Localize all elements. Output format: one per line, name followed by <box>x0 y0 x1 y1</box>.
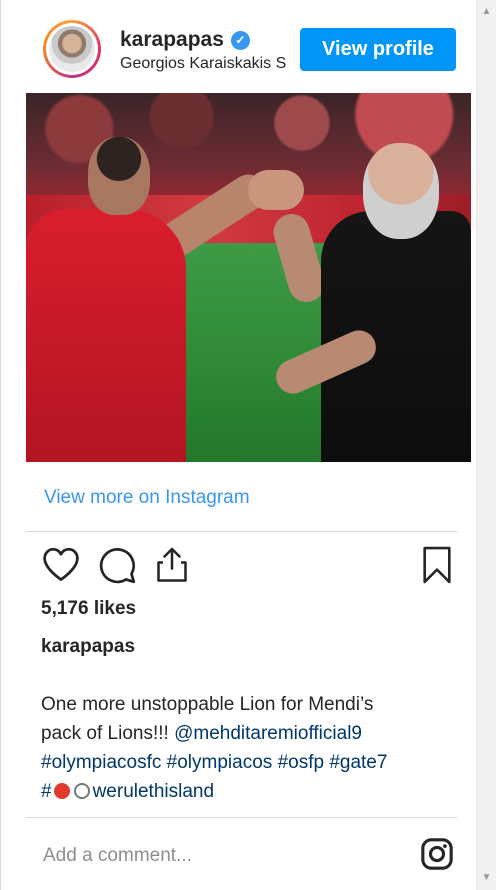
location-label[interactable]: Georgios Karaiskakis S <box>120 55 305 73</box>
comment-icon[interactable] <box>97 545 137 585</box>
username-row: karapapas ✓ <box>120 28 250 52</box>
view-more-link[interactable]: View more on Instagram <box>44 487 250 509</box>
hashtag-link[interactable]: #olympiacos <box>167 752 273 773</box>
comment-input[interactable] <box>41 840 385 872</box>
white-circle-icon <box>73 783 90 799</box>
hashtag-link[interactable]: #osfp <box>278 752 324 773</box>
post-caption: One more unstoppable Lion for Mendi’s pa… <box>41 690 461 806</box>
red-circle-icon <box>53 783 70 799</box>
caption-username[interactable]: karapapas <box>41 636 135 658</box>
view-profile-button[interactable]: View profile <box>300 28 456 71</box>
username[interactable]: karapapas <box>120 28 224 52</box>
bookmark-icon[interactable] <box>419 544 455 586</box>
post-photo[interactable] <box>26 93 471 462</box>
scroll-down-arrow-icon[interactable]: ▼ <box>477 870 496 886</box>
photo-player <box>26 133 274 462</box>
caption-line: # werulethisland <box>41 777 461 806</box>
player-head <box>88 137 150 215</box>
instagram-icon[interactable] <box>418 835 456 873</box>
likes-count[interactable]: 5,176 likes <box>41 598 136 620</box>
heart-icon[interactable] <box>41 545 81 583</box>
avatar[interactable] <box>43 20 101 78</box>
mention-link[interactable]: @mehditaremiofficial9 <box>174 723 362 744</box>
caption-line: One more unstoppable Lion for Mendi’s <box>41 694 374 715</box>
photo-high-five <box>248 170 304 210</box>
caption-hashtags: #olympiacosfc #olympiacos #osfp #gate7 <box>41 748 461 777</box>
hashtag-tail: werulethisland <box>92 781 215 802</box>
photo-man <box>269 143 471 462</box>
divider <box>26 531 457 532</box>
hashtag-link[interactable]: # werulethisland <box>41 781 214 802</box>
divider <box>26 817 457 818</box>
verified-badge-icon: ✓ <box>230 30 250 50</box>
scrollbar[interactable]: ▲ ▼ <box>476 0 496 890</box>
caption-line: pack of Lions!!! @mehditaremiofficial9 <box>41 719 461 748</box>
hash-symbol: # <box>41 781 52 802</box>
post-header: karapapas ✓ Georgios Karaiskakis S View … <box>1 0 478 92</box>
hashtag-link[interactable]: #gate7 <box>329 752 387 773</box>
scroll-up-arrow-icon[interactable]: ▲ <box>477 4 496 20</box>
caption-text: pack of Lions!!! <box>41 723 175 744</box>
hashtag-link[interactable]: #olympiacosfc <box>41 752 161 773</box>
share-icon[interactable] <box>153 543 191 585</box>
avatar-photo <box>49 26 95 72</box>
instagram-embed-card: karapapas ✓ Georgios Karaiskakis S View … <box>0 0 478 890</box>
man-head <box>363 143 439 239</box>
avatar-ring <box>46 23 98 75</box>
player-shirt <box>26 209 186 462</box>
